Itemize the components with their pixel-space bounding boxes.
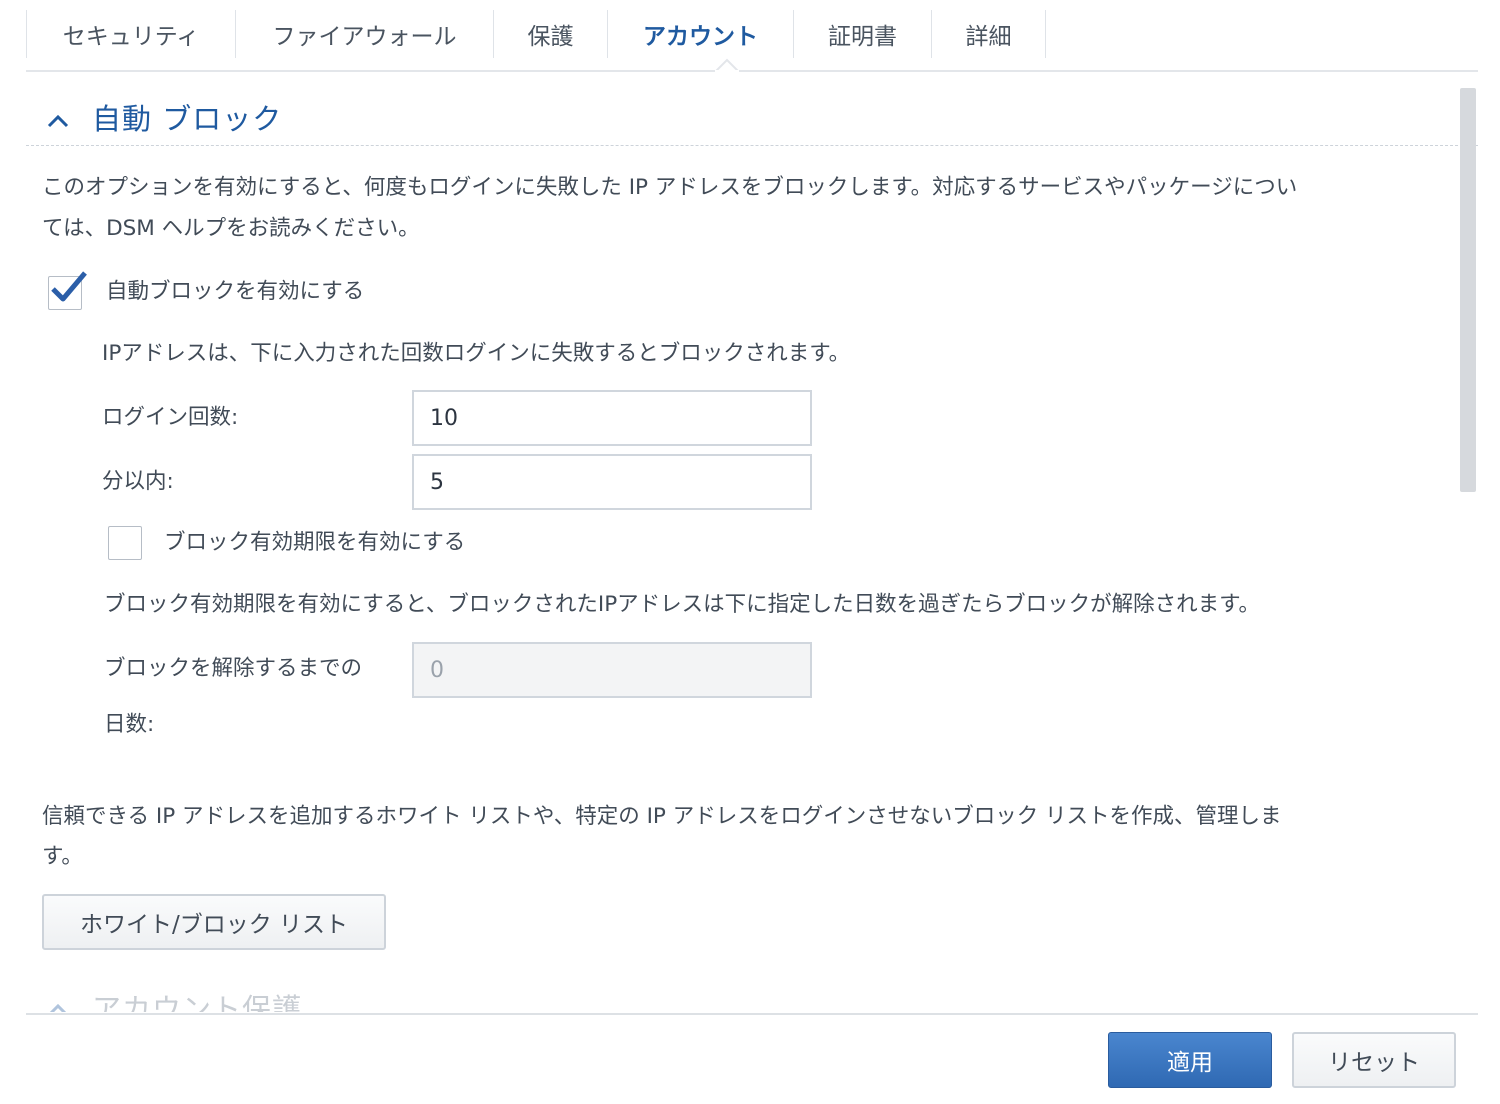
section-description-line1: このオプションを有効にすると、何度もログインに失敗した IP アドレスをブロック… [42,175,1298,200]
enable-expiration-checkbox[interactable] [108,526,142,560]
tab-bar: セキュリティ ファイアウォール 保護 アカウント 証明書 詳細 [26,0,1478,72]
unblock-days-label-line2: 日数: [104,712,155,737]
tab-advanced[interactable]: 詳細 [932,10,1046,58]
within-minutes-input[interactable]: 5 [412,454,812,510]
expiration-text: ブロック有効期限を有効にすると、ブロックされたIPアドレスは下に指定した日数を過… [104,592,1261,617]
within-minutes-label: 分以内: [102,469,174,494]
enable-auto-block-checkbox[interactable] [48,271,87,310]
tab-firewall[interactable]: ファイアウォール [236,10,494,58]
checkmark-icon [51,271,87,302]
allow-block-list-button[interactable]: ホワイト/ブロック リスト [42,894,386,950]
tab-certificate[interactable]: 証明書 [794,10,932,58]
chevron-up-icon[interactable] [46,109,70,133]
list-description-line2: す。 [42,844,83,869]
account-protection-section-title[interactable]: アカウント保護 [92,986,302,1012]
enable-expiration-label: ブロック有効期限を有効にする [164,530,466,555]
security-settings-panel: セキュリティ ファイアウォール 保護 アカウント 証明書 詳細 自動 ブロック … [0,0,1500,1104]
settings-content: 自動 ブロック このオプションを有効にすると、何度もログインに失敗した IP ア… [26,74,1478,1012]
block-rule-text: IPアドレスは、下に入力された回数ログインに失敗するとブロックされます。 [102,341,851,366]
tab-security[interactable]: セキュリティ [26,10,236,58]
auto-block-section-header[interactable]: 自動 ブロック [26,92,1478,146]
unblock-days-label: ブロックを解除するまでの [104,656,363,681]
active-tab-pointer-icon [715,58,739,72]
section-title: 自動 ブロック [92,102,283,136]
login-attempts-input[interactable]: 10 [412,390,812,446]
tab-protection[interactable]: 保護 [494,10,608,58]
reset-button[interactable]: リセット [1292,1032,1456,1088]
tab-account[interactable]: アカウント [608,10,794,58]
apply-button[interactable]: 適用 [1108,1032,1272,1088]
unblock-days-input[interactable]: 0 [412,642,812,698]
vertical-scrollbar[interactable] [1460,88,1476,492]
login-attempts-label: ログイン回数: [102,405,239,430]
section-description-line2: ては、DSM ヘルプをお読みください。 [42,216,420,241]
enable-auto-block-label: 自動ブロックを有効にする [106,279,365,304]
list-description-line1: 信頼できる IP アドレスを追加するホワイト リストや、特定の IP アドレスを… [42,804,1282,829]
chevron-up-icon[interactable] [46,998,70,1012]
